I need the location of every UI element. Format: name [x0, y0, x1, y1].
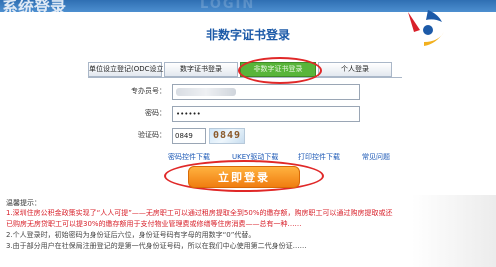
password-control-download-link[interactable]: 密码控件下载 — [168, 152, 210, 162]
login-button[interactable]: 立即登录 — [188, 166, 300, 188]
captcha-label: 验证码： — [138, 131, 166, 139]
account-row: 专办员号： — [0, 84, 496, 100]
tips-title: 温馨提示： — [6, 199, 41, 207]
password-label: 密码： — [145, 109, 166, 117]
password-row: 密码： — [0, 106, 496, 122]
banner-watermark: LOGIN — [200, 0, 256, 12]
tips-blur-overlay — [412, 195, 496, 267]
tab-unit-registration[interactable]: 单位设立登记(ODC设立) — [88, 62, 166, 77]
account-label: 专办员号： — [131, 87, 166, 95]
password-input[interactable] — [172, 106, 360, 122]
tab-digital-certificate[interactable]: 数字证书登录 — [164, 62, 238, 77]
system-title: 系统登录 — [2, 0, 67, 12]
faq-link[interactable]: 常见问题 — [362, 152, 390, 162]
tab-personal-login[interactable]: 个人登录 — [318, 62, 392, 77]
captcha-row: 验证码： 0849 — [0, 128, 496, 144]
page-title: 非数字证书登录 — [205, 28, 290, 42]
captcha-image[interactable]: 0849 — [209, 128, 245, 144]
print-control-download-link[interactable]: 打印控件下载 — [298, 152, 340, 162]
account-blurred-value — [176, 88, 236, 96]
captcha-input[interactable] — [172, 128, 206, 144]
tab-annotation-ellipse — [238, 57, 322, 84]
